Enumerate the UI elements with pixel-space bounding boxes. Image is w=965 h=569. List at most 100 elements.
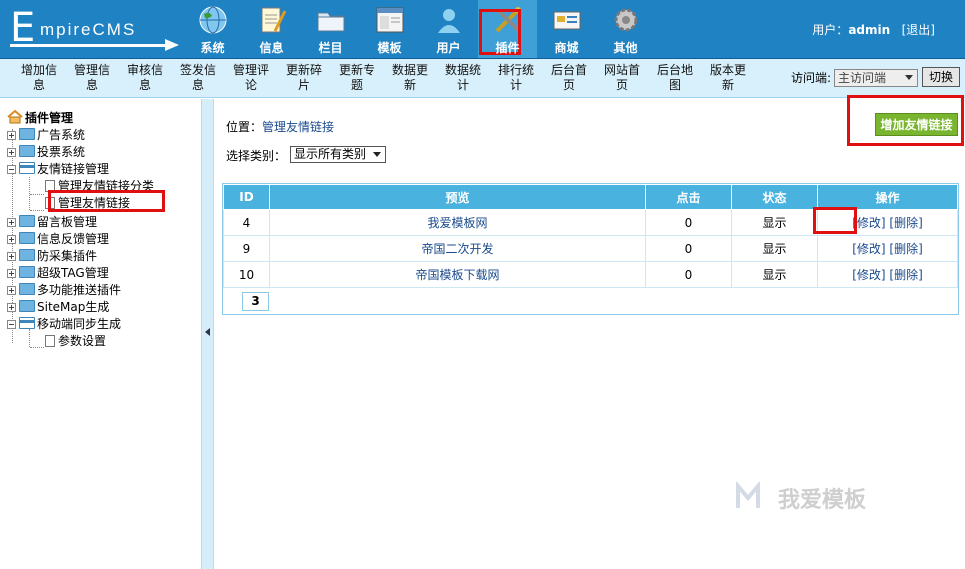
tree-label: 参数设置 xyxy=(58,334,107,348)
cell-status: 显示 xyxy=(731,235,818,262)
subnav-site-home[interactable]: 网站首页 xyxy=(600,63,644,93)
nav-label: 系统 xyxy=(200,41,225,55)
access-label: 访问端: xyxy=(791,71,832,85)
edit-link[interactable]: [修改] xyxy=(852,216,885,230)
cell-id: 10 xyxy=(223,261,270,288)
watermark-text: 我爱模板 xyxy=(778,488,867,513)
edit-link[interactable]: [修改] xyxy=(852,268,885,282)
subnav-update-fragments[interactable]: 更新碎片 xyxy=(282,63,326,93)
expand-icon[interactable] xyxy=(7,218,16,227)
logout-link[interactable]: [退出] xyxy=(902,23,935,37)
collapse-icon[interactable] xyxy=(7,165,16,174)
collapse-icon[interactable] xyxy=(7,320,16,329)
empirecms-logo: E mpireCMS xyxy=(10,8,180,52)
user-icon xyxy=(438,9,460,33)
table-header-row: ID 预览 点击 状态 操作 xyxy=(223,184,958,210)
switch-button[interactable]: 切换 xyxy=(922,67,960,87)
subnav-review-info[interactable]: 审核信息 xyxy=(123,63,167,93)
nav-label: 插件 xyxy=(495,41,520,55)
cell-status: 显示 xyxy=(731,209,818,236)
tree-label: 信息反馈管理 xyxy=(37,232,110,246)
tree-node-ads[interactable]: 广告系统 xyxy=(7,127,85,144)
subnav-version-update[interactable]: 版本更新 xyxy=(706,63,750,93)
expand-icon[interactable] xyxy=(7,269,16,278)
nav-column[interactable]: 栏目 xyxy=(301,0,360,58)
table-row: 10 帝国模板下载网 0 显示 [修改] [删除] xyxy=(223,261,958,288)
col-actions: 操作 xyxy=(817,184,958,210)
username: admin xyxy=(848,23,891,37)
category-select[interactable]: 显示所有类别 xyxy=(290,146,386,163)
expand-icon[interactable] xyxy=(7,252,16,261)
subnav-ranking-stats[interactable]: 排行统计 xyxy=(494,63,538,93)
tree-guide xyxy=(30,194,44,195)
nav-user[interactable]: 用户 xyxy=(419,0,478,58)
link-name[interactable]: 我爱模板网 xyxy=(427,216,487,230)
nav-info[interactable]: 信息 xyxy=(242,0,301,58)
nav-label: 模板 xyxy=(377,41,402,55)
nav-shop[interactable]: 商城 xyxy=(537,0,596,58)
collapse-arrow-icon[interactable] xyxy=(205,328,210,336)
edit-link[interactable]: [修改] xyxy=(852,242,885,256)
tree-label: 防采集插件 xyxy=(37,249,98,263)
tree-guide xyxy=(30,347,44,348)
tree-node-feedback[interactable]: 信息反馈管理 xyxy=(7,231,109,248)
logo-text: mpireCMS xyxy=(40,20,137,39)
subnav-admin-map[interactable]: 后台地图 xyxy=(653,63,697,93)
expand-icon[interactable] xyxy=(7,303,16,312)
tree-node-guestbook[interactable]: 留言板管理 xyxy=(7,214,97,231)
tree-node-push[interactable]: 多功能推送插件 xyxy=(7,282,121,299)
nav-template[interactable]: 模板 xyxy=(360,0,419,58)
globe-icon xyxy=(199,6,227,34)
tree-node-sitemap[interactable]: SiteMap生成 xyxy=(7,299,109,316)
tree-node-vote[interactable]: 投票系统 xyxy=(7,144,85,161)
expand-icon[interactable] xyxy=(7,235,16,244)
folder-icon xyxy=(19,300,35,312)
expand-icon[interactable] xyxy=(7,131,16,140)
window-icon xyxy=(376,7,404,33)
tree-node-supertag[interactable]: 超级TAG管理 xyxy=(7,265,109,282)
subnav-admin-home[interactable]: 后台首页 xyxy=(547,63,591,93)
tree-label: 投票系统 xyxy=(37,145,86,159)
nav-system[interactable]: 系统 xyxy=(183,0,242,58)
page-number[interactable]: 3 xyxy=(242,292,269,311)
tree-node-friendlink[interactable]: 友情链接管理 xyxy=(7,161,109,178)
cell-clicks: 0 xyxy=(645,235,732,262)
sub-nav: 增加信息 管理信息 审核信息 签发信息 管理评论 更新碎片 更新专题 数据更新 … xyxy=(0,59,965,98)
user-info: 用户：admin [退出] xyxy=(812,21,935,38)
add-button-highlight-box xyxy=(847,95,964,146)
delete-link[interactable]: [删除] xyxy=(889,242,922,256)
subnav-manage-comments[interactable]: 管理评论 xyxy=(229,63,273,93)
breadcrumb-link[interactable]: 管理友情链接 xyxy=(262,120,334,134)
tree-node-params[interactable]: 参数设置 xyxy=(45,333,106,350)
folder-open-icon xyxy=(19,317,35,329)
nav-label: 其他 xyxy=(613,41,638,55)
sidebar-highlight-box xyxy=(48,190,165,212)
expand-icon[interactable] xyxy=(7,286,16,295)
delete-link[interactable]: [删除] xyxy=(889,268,922,282)
nav-plugin[interactable]: 插件 xyxy=(478,0,537,58)
sidebar-splitter[interactable] xyxy=(201,99,214,569)
subnav-data-update[interactable]: 数据更新 xyxy=(388,63,432,93)
link-name[interactable]: 帝国模板下载网 xyxy=(415,268,499,282)
link-name[interactable]: 帝国二次开发 xyxy=(421,242,493,256)
tree-node-anticollect[interactable]: 防采集插件 xyxy=(7,248,97,265)
access-select[interactable]: 主访问端 xyxy=(834,69,918,87)
subnav-data-stats[interactable]: 数据统计 xyxy=(441,63,485,93)
subnav-manage-info[interactable]: 管理信息 xyxy=(70,63,114,93)
subnav-update-topics[interactable]: 更新专题 xyxy=(335,63,379,93)
logo-arrow xyxy=(165,39,179,51)
nav-other[interactable]: 其他 xyxy=(596,0,655,58)
delete-link[interactable]: [删除] xyxy=(889,216,922,230)
subnav-sign-info[interactable]: 签发信息 xyxy=(176,63,220,93)
user-prefix: 用户： xyxy=(812,23,849,37)
cell-actions: [修改] [删除] xyxy=(817,261,958,288)
tree-label: 多功能推送插件 xyxy=(37,283,122,297)
subnav-add-info[interactable]: 增加信息 xyxy=(17,63,61,93)
tree-guide xyxy=(30,210,44,211)
cell-clicks: 0 xyxy=(645,209,732,236)
expand-icon[interactable] xyxy=(7,148,16,157)
col-clicks: 点击 xyxy=(645,184,732,210)
breadcrumb: 位置：管理友情链接 xyxy=(226,118,334,135)
sidebar-title: 插件管理 xyxy=(25,111,74,125)
tree-node-mobile-sync[interactable]: 移动端同步生成 xyxy=(7,316,121,333)
